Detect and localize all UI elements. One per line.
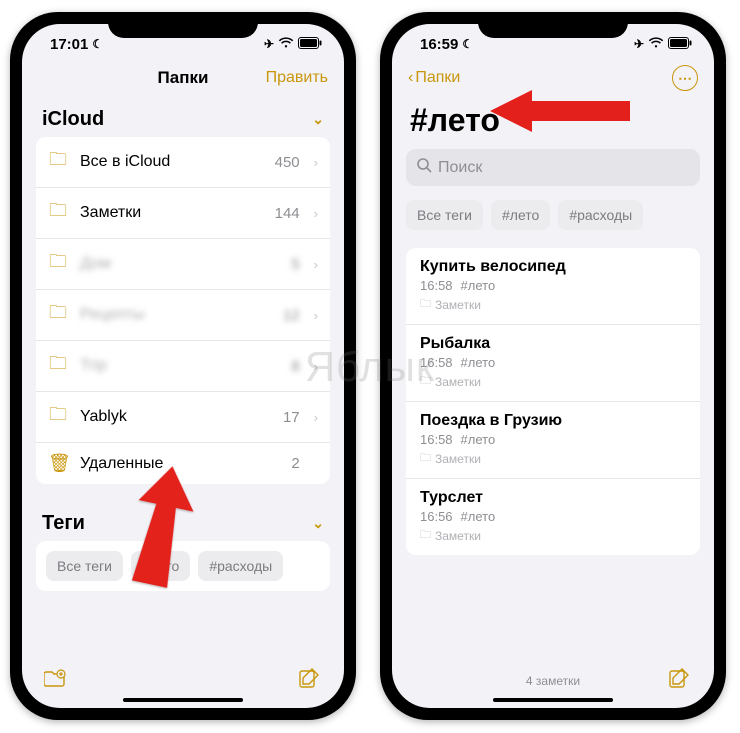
folder-row[interactable]: 🗀 Заметки 144 › [36, 188, 330, 239]
battery-icon [668, 36, 692, 53]
search-icon [416, 157, 432, 178]
folder-row[interactable]: 🗀 Дом 5 › [36, 239, 330, 290]
folder-list: 🗀 Все в iCloud 450 › 🗀 Заметки 144 › 🗀 Дом 5 › 🗀 Реце… [36, 137, 330, 484]
annotation-arrow-right [490, 86, 630, 136]
tag-chip[interactable]: #расходы [558, 200, 643, 230]
folder-row[interactable]: 🗀 Рецепты 12 › [36, 290, 330, 341]
back-button[interactable]: ‹ Папки [408, 69, 460, 87]
section-title: Теги [42, 512, 85, 535]
note-folder: 🗀Заметки [420, 449, 686, 468]
note-title: Турслет [420, 489, 686, 507]
home-indicator[interactable] [123, 698, 243, 702]
note-meta: 16:58#лето [420, 432, 686, 447]
wifi-icon [278, 36, 294, 53]
note-item[interactable]: Турслет 16:56#лето 🗀Заметки [406, 479, 700, 555]
annotation-arrow-left [110, 465, 200, 595]
folder-icon: 🗀 [48, 249, 68, 279]
chevron-right-icon: › [314, 155, 318, 170]
folder-row[interactable]: 🗀 Yablyk 17 › [36, 392, 330, 443]
compose-icon[interactable] [668, 667, 692, 695]
note-meta: 16:56#лето [420, 509, 686, 524]
status-time: 17:01 [50, 36, 88, 53]
search-placeholder: Поиск [438, 159, 482, 177]
dnd-moon-icon: ☾ [92, 37, 103, 51]
chevron-down-icon: ⌄ [312, 111, 324, 128]
airplane-icon: ✈ [264, 37, 274, 51]
folder-icon: 🗀 [48, 147, 68, 177]
more-button[interactable]: ⋯ [672, 65, 698, 91]
note-meta: 16:58#лето [420, 355, 686, 370]
chevron-left-icon: ‹ [408, 69, 413, 87]
new-folder-icon[interactable] [44, 668, 68, 694]
tags-filter-row: Все теги #лето #расходы [406, 196, 700, 238]
chevron-right-icon: › [314, 359, 318, 374]
folder-count: 2 [291, 455, 299, 472]
note-item[interactable]: Рыбалка 16:58#лето 🗀Заметки [406, 325, 700, 402]
section-header-icloud[interactable]: iCloud ⌄ [36, 98, 330, 137]
note-title: Рыбалка [420, 335, 686, 353]
notch [478, 12, 628, 38]
folder-icon: 🗀 [48, 300, 68, 330]
folder-icon: 🗀 [48, 351, 68, 381]
status-time: 16:59 [420, 36, 458, 53]
folder-count: 450 [275, 154, 300, 171]
compose-icon[interactable] [298, 667, 322, 695]
note-title: Купить велосипед [420, 258, 686, 276]
folder-count: 17 [283, 409, 300, 426]
dnd-moon-icon: ☾ [462, 37, 473, 51]
search-input[interactable]: Поиск [406, 149, 700, 186]
folder-count: 12 [283, 307, 300, 324]
battery-icon [298, 36, 322, 53]
folder-count: 144 [275, 205, 300, 222]
note-meta: 16:58#лето [420, 278, 686, 293]
ellipsis-icon: ⋯ [678, 70, 692, 87]
note-list: Купить велосипед16:58#лето🗀ЗаметкиРыбалк… [406, 248, 700, 555]
folder-icon: 🗀 [420, 295, 431, 314]
folder-icon: 🗀 [48, 198, 68, 228]
trash-icon: 🗑 [48, 453, 68, 474]
note-item[interactable]: Поездка в Грузию 16:58#лето 🗀Заметки [406, 402, 700, 479]
folder-count: 5 [291, 256, 299, 273]
notch [108, 12, 258, 38]
tag-chip[interactable]: #расходы [198, 551, 283, 581]
folder-icon: 🗀 [48, 402, 68, 432]
note-folder: 🗀Заметки [420, 526, 686, 545]
folder-label: Рецепты [80, 306, 271, 324]
folder-label: Trip [80, 357, 279, 375]
folder-label: Дом [80, 255, 279, 273]
note-folder: 🗀Заметки [420, 295, 686, 314]
chevron-right-icon: › [314, 257, 318, 272]
iphone-left: 17:01 ☾ ✈ Папки Править [10, 12, 356, 720]
folder-label: Все в iCloud [80, 153, 263, 171]
section-title: iCloud [42, 108, 104, 131]
wifi-icon [648, 36, 664, 53]
chevron-down-icon: ⌄ [312, 515, 324, 532]
folder-row[interactable]: 🗀 Trip 8 › [36, 341, 330, 392]
tag-chip[interactable]: #лето [491, 200, 550, 230]
note-title: Поездка в Грузию [420, 412, 686, 430]
note-item[interactable]: Купить велосипед 16:58#лето 🗀Заметки [406, 248, 700, 325]
airplane-icon: ✈ [634, 37, 644, 51]
chevron-right-icon: › [314, 206, 318, 221]
note-folder: 🗀Заметки [420, 372, 686, 391]
folder-count: 8 [291, 358, 299, 375]
nav-title: Папки [22, 68, 344, 88]
folder-icon: 🗀 [420, 526, 431, 545]
chevron-right-icon: › [314, 410, 318, 425]
folder-label: Заметки [80, 204, 263, 222]
home-indicator[interactable] [493, 698, 613, 702]
folder-label: Yablyk [80, 408, 271, 426]
folder-row[interactable]: 🗀 Все в iCloud 450 › [36, 137, 330, 188]
nav-bar: Папки Править [22, 64, 344, 98]
notes-count: 4 заметки [438, 674, 668, 688]
chevron-right-icon: › [314, 308, 318, 323]
folder-icon: 🗀 [420, 372, 431, 391]
folder-icon: 🗀 [420, 449, 431, 468]
back-label: Папки [415, 69, 460, 87]
tag-chip[interactable]: Все теги [406, 200, 483, 230]
